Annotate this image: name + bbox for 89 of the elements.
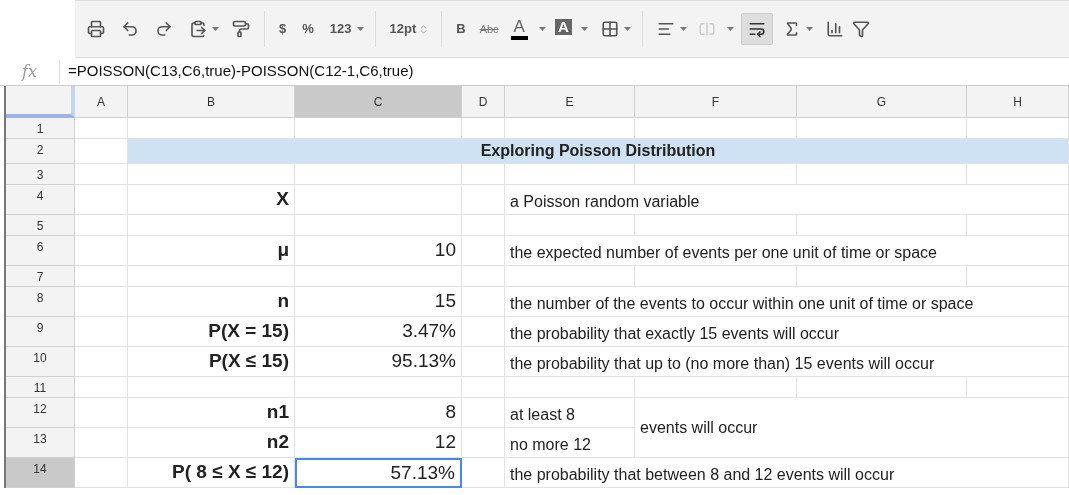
value-cell: 57.13% [295,458,462,488]
column-header[interactable]: E [505,86,635,118]
column-header[interactable]: B [128,86,295,118]
currency-button[interactable]: $ [279,19,287,39]
row-header[interactable]: 13 [6,428,75,458]
column-header[interactable]: H [967,86,1069,118]
label-cell: P(X = 15) [128,317,295,347]
row-header[interactable]: 14 [6,458,75,488]
empty-cell [462,215,505,236]
description-cell: no more 12 [505,428,635,458]
title-cell: Exploring Poisson Distribution [128,139,1069,164]
caret-icon[interactable] [580,27,588,31]
description-cell: the probability that up to (no more than) 15 events will occur [505,347,1069,377]
description-cell: the probability that exactly 15 events will occur [505,317,1069,347]
formula-input[interactable]: =POISSON(C13,C6,true)-POISSON(C12-1,C6,true) [60,60,414,83]
number-format-button[interactable]: 123 [329,19,352,39]
redo-icon[interactable] [155,20,173,38]
caret-icon[interactable] [805,27,813,31]
caret-icon[interactable] [356,27,364,31]
row-header[interactable]: 4 [6,185,75,215]
empty-cell [462,317,505,347]
description-cell: at least 8 [505,398,635,428]
formula-label: fx [0,59,60,84]
row-header[interactable]: 9 [6,317,75,347]
empty-cell [462,458,505,488]
percent-button[interactable]: % [302,19,314,39]
description-cell: a Poisson random variable [505,185,1069,215]
empty-cell [462,236,505,266]
text-color-button[interactable]: A [510,18,528,40]
note-cell: events will occur [635,398,1069,458]
caret-icon[interactable] [212,27,219,31]
column-header[interactable]: C [295,86,462,118]
value-cell: 12 [295,428,462,458]
strikethrough-button[interactable]: Abc [479,20,499,38]
row-header[interactable]: 12 [6,398,75,428]
row-header[interactable]: 11 [6,377,75,398]
empty-cell [462,347,505,377]
empty-cell [462,185,505,215]
row-header[interactable]: 10 [6,347,75,377]
column-header[interactable]: G [797,86,967,118]
wrap-text-icon [747,20,766,38]
column-header[interactable]: A [75,86,128,118]
label-cell: n1 [128,398,295,428]
value-cell: 8 [295,398,462,428]
undo-icon[interactable] [121,20,139,38]
value-cell: 10 [295,236,462,266]
wrap-text-button[interactable] [740,13,773,45]
borders-icon[interactable] [600,20,619,38]
row-header[interactable]: 8 [6,287,75,317]
row-header[interactable]: 2 [6,139,75,164]
clipboard-icon[interactable] [189,20,207,38]
fill-color-button[interactable]: A [554,19,572,39]
filter-icon[interactable] [851,20,870,38]
chart-icon[interactable] [825,20,844,38]
empty-cell [462,266,505,287]
value-cell: 3.47% [295,317,462,347]
row-header[interactable]: 7 [6,266,75,287]
label-cell: n2 [128,428,295,458]
row-header[interactable]: 3 [6,164,75,185]
value-cell: 15 [295,287,462,317]
description-cell: the expected number of events per one unit of time or space [505,236,1069,266]
caret-icon[interactable] [538,27,546,31]
print-icon[interactable] [87,20,105,38]
label-cell: μ [128,236,295,266]
empty-cell [462,287,505,317]
caret-icon[interactable] [726,27,734,31]
caret-icon[interactable] [679,27,687,31]
label-cell: X [128,185,295,215]
bold-button[interactable]: B [456,19,466,39]
column-header[interactable]: F [635,86,797,118]
label-cell: P(X ≤ 15) [128,347,295,377]
empty-cell [462,428,505,458]
font-size-button[interactable]: 12pt [389,19,417,39]
row-header[interactable]: 6 [6,236,75,266]
align-left-icon[interactable] [656,20,675,38]
empty-cell [462,377,505,398]
description-cell: the probability that between 8 and 12 events will occur [505,458,1069,488]
label-cell: n [128,287,295,317]
row-header[interactable]: 1 [6,118,75,139]
merge-cells-icon[interactable] [697,20,716,38]
empty-cell [462,164,505,185]
label-cell: P( 8 ≤ X ≤ 12) [128,458,295,488]
empty-cell [462,398,505,428]
column-header[interactable]: D [462,86,505,118]
row-header[interactable]: 5 [6,215,75,236]
value-cell: 95.13% [295,347,462,377]
caret-icon[interactable] [623,27,631,31]
description-cell: the number of the events to occur within one unit of time or space [505,287,1069,317]
paint-roller-icon[interactable] [232,20,250,38]
